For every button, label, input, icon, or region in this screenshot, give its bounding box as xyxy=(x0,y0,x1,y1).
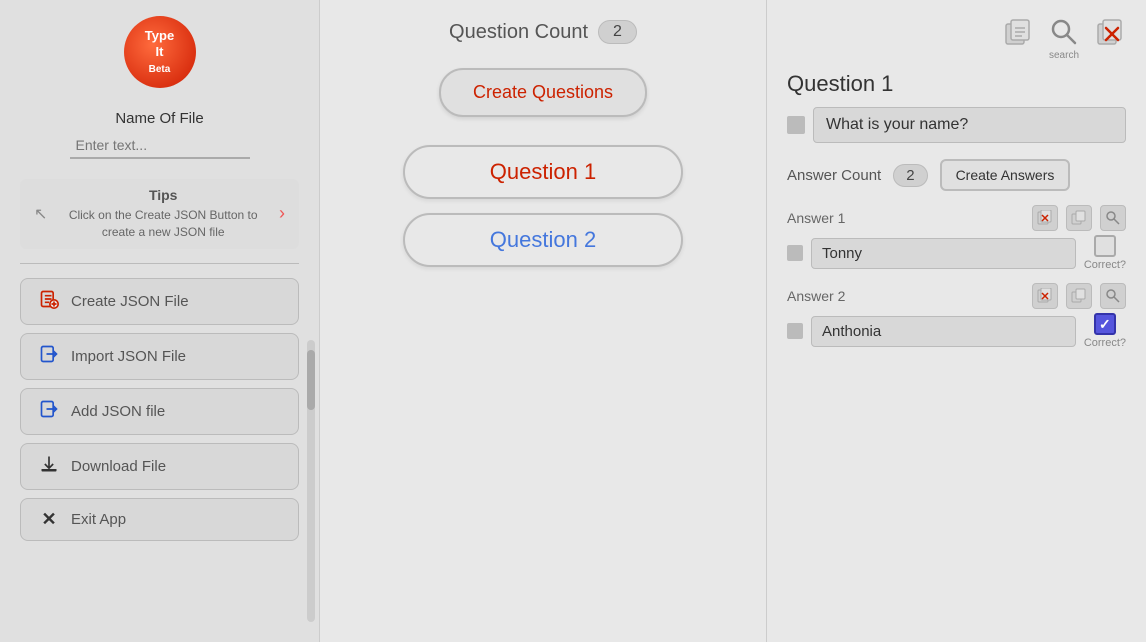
answer-1-header: Answer 1 xyxy=(787,205,1126,231)
create-json-label: Create JSON File xyxy=(71,293,189,310)
tips-title: Tips xyxy=(51,187,275,203)
right-top-icons: search xyxy=(787,16,1126,61)
exit-app-button[interactable]: ✕ Exit App xyxy=(20,498,299,541)
create-json-icon xyxy=(37,289,61,314)
answer-1-input-row: Tonny Correct? xyxy=(787,235,1126,271)
add-json-icon xyxy=(37,399,61,424)
name-of-file-label: Name Of File xyxy=(70,110,250,127)
question-text-box: What is your name? xyxy=(813,107,1126,143)
right-panel: search Question 1 What is your name? Ans… xyxy=(766,0,1146,642)
answer-2-delete-icon[interactable] xyxy=(1032,283,1058,309)
answer-1-block: Answer 1 xyxy=(787,205,1126,271)
question-1-label: Question 1 xyxy=(490,159,596,184)
answer-2-input-row: Anthonia Correct? xyxy=(787,313,1126,349)
add-json-label: Add JSON file xyxy=(71,403,165,420)
answer-2-label: Answer 2 xyxy=(787,288,1024,304)
answer-2-text: Anthonia xyxy=(811,316,1076,347)
answer-count-label: Answer Count xyxy=(787,167,881,184)
exit-app-label: Exit App xyxy=(71,511,126,528)
download-file-button[interactable]: Download File xyxy=(20,443,299,490)
copy-icon-button[interactable] xyxy=(1002,16,1034,61)
cursor-icon: ↖ xyxy=(30,204,51,224)
answer-1-correct-label: Correct? xyxy=(1084,259,1126,271)
question-display-row: What is your name? xyxy=(787,107,1126,143)
create-json-button[interactable]: Create JSON File xyxy=(20,278,299,325)
tips-section: ↖ Tips Click on the Create JSON Button t… xyxy=(20,179,299,249)
answer-1-text: Tonny xyxy=(811,238,1076,269)
answer-2-search-icon[interactable] xyxy=(1100,283,1126,309)
sidebar-buttons: Create JSON File Import JSON File Add JS… xyxy=(20,278,299,541)
answer-2-correct-wrap: Correct? xyxy=(1084,313,1126,349)
import-json-icon xyxy=(37,344,61,369)
answer-2-copy-icon[interactable] xyxy=(1066,283,1092,309)
import-json-button[interactable]: Import JSON File xyxy=(20,333,299,380)
answer-1-copy-icon[interactable] xyxy=(1066,205,1092,231)
question-count-row: Question Count 2 xyxy=(449,20,637,44)
question-1-pill[interactable]: Question 1 xyxy=(403,145,683,199)
answer-1-search-icon[interactable] xyxy=(1100,205,1126,231)
answer-2-block: Answer 2 xyxy=(787,283,1126,349)
sidebar: TypeItBeta Name Of File ↖ Tips Click on … xyxy=(0,0,320,642)
question-2-label: Question 2 xyxy=(490,227,596,252)
search-label: search xyxy=(1049,50,1079,61)
answer-1-delete-icon[interactable] xyxy=(1032,205,1058,231)
logo-circle: TypeItBeta xyxy=(124,16,196,88)
scrollbar-thumb[interactable] xyxy=(307,350,315,410)
import-json-label: Import JSON File xyxy=(71,348,186,365)
create-questions-button[interactable]: Create Questions xyxy=(439,68,647,117)
question-drag-handle[interactable] xyxy=(787,116,805,134)
question-count-label: Question Count xyxy=(449,21,588,44)
answer-count-badge: 2 xyxy=(893,164,927,187)
add-json-button[interactable]: Add JSON file xyxy=(20,388,299,435)
search-icon-button[interactable]: search xyxy=(1048,16,1080,61)
create-answers-button[interactable]: Create Answers xyxy=(940,159,1071,191)
main-center: Question Count 2 Create Questions Questi… xyxy=(320,0,766,642)
answer-1-correct-wrap: Correct? xyxy=(1084,235,1126,271)
answer-2-correct-label: Correct? xyxy=(1084,337,1126,349)
question-count-badge: 2 xyxy=(598,20,637,44)
logo-container: TypeItBeta xyxy=(124,16,196,88)
answer-count-row: Answer Count 2 Create Answers xyxy=(787,159,1126,191)
logo-text: TypeItBeta xyxy=(145,28,174,75)
tips-text: Click on the Create JSON Button to creat… xyxy=(51,207,275,241)
answer-2-correct-checkbox[interactable] xyxy=(1094,313,1116,335)
question-title: Question 1 xyxy=(787,71,1126,97)
download-icon xyxy=(37,454,61,479)
answer-2-drag-handle[interactable] xyxy=(787,323,803,339)
scrollbar-track[interactable] xyxy=(307,340,315,622)
tips-arrow-right[interactable]: › xyxy=(275,203,289,224)
exit-icon: ✕ xyxy=(37,509,61,530)
divider xyxy=(20,263,299,264)
delete-icon-button[interactable] xyxy=(1094,16,1126,61)
answer-2-header: Answer 2 xyxy=(787,283,1126,309)
name-input[interactable] xyxy=(70,133,250,159)
answer-1-label: Answer 1 xyxy=(787,210,1024,226)
answer-1-drag-handle[interactable] xyxy=(787,245,803,261)
question-2-pill[interactable]: Question 2 xyxy=(403,213,683,267)
answer-1-correct-checkbox[interactable] xyxy=(1094,235,1116,257)
download-file-label: Download File xyxy=(71,458,166,475)
